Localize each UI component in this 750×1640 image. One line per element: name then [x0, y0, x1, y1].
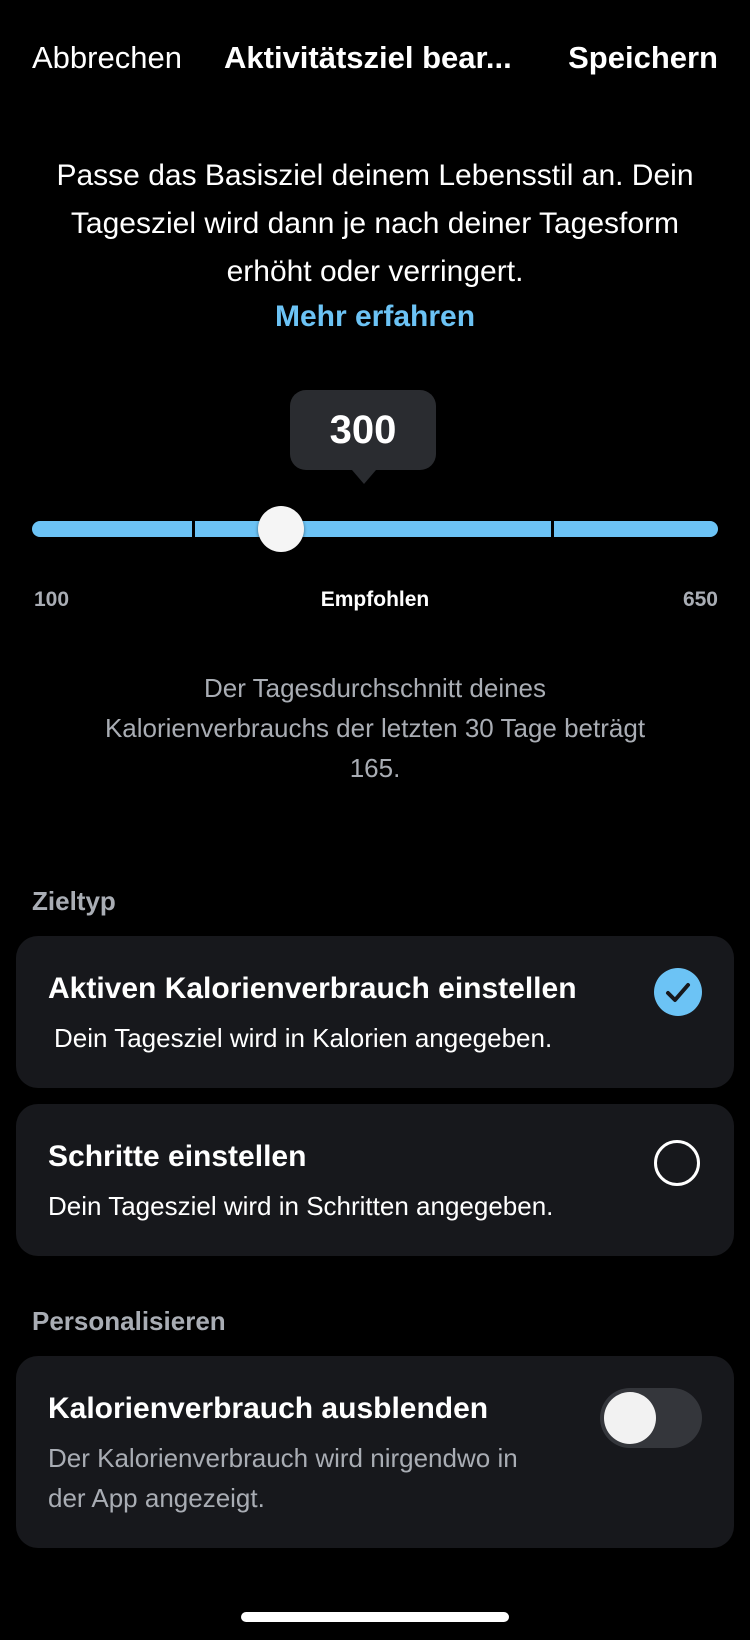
goal-option-title: Aktiven Kalorienverbrauch einstellen: [48, 972, 577, 1005]
learn-more-link[interactable]: Mehr erfahren: [0, 300, 750, 334]
goal-option-steps[interactable]: Schritte einstellen Dein Tagesziel wird …: [16, 1104, 734, 1256]
goal-option-calories[interactable]: Aktiven Kalorienverbrauch einstellen Dei…: [16, 936, 734, 1088]
goal-option-title: Schritte einstellen: [48, 1140, 307, 1173]
goal-slider[interactable]: [32, 500, 718, 560]
personalize-section-label: Personalisieren: [32, 1306, 226, 1336]
intro-text: Passe das Basisziel deinem Lebensstil an…: [56, 159, 694, 288]
slider-tick: [551, 519, 554, 539]
radio-circle-icon[interactable]: [654, 1140, 700, 1186]
slider-max-label: 650: [682, 588, 718, 611]
tooltip-arrow: [352, 470, 376, 484]
save-button[interactable]: Speichern: [568, 40, 718, 76]
slider-tick: [192, 519, 195, 539]
hide-calories-title: Kalorienverbrauch ausblenden: [48, 1392, 489, 1425]
slider-thumb[interactable]: [258, 506, 305, 552]
goal-option-subtitle: Dein Tagesziel wird in Kalorien angegebe…: [54, 1023, 553, 1053]
hide-calories-toggle[interactable]: [600, 1388, 702, 1448]
average-info-text: Der Tagesdurchschnitt deines Kalorienver…: [104, 673, 646, 783]
home-indicator: [241, 1612, 509, 1622]
navigation-bar: Abbrechen Aktivitätsziel bear... Speiche…: [0, 0, 750, 124]
slider-recommended-label: Empfohlen: [320, 588, 430, 611]
hide-calories-card: Kalorienverbrauch ausblenden Der Kalorie…: [16, 1356, 734, 1548]
slider-track[interactable]: [32, 521, 718, 537]
page-title: Aktivitätsziel bear...: [224, 40, 512, 75]
slider-value-tooltip: 300: [290, 390, 436, 470]
goal-type-section-label: Zieltyp: [32, 886, 116, 916]
goal-option-subtitle: Dein Tagesziel wird in Schritten angegeb…: [48, 1191, 554, 1221]
cancel-button[interactable]: Abbrechen: [32, 40, 182, 76]
hide-calories-subtitle: Der Kalorienverbrauch wird nirgendwo in …: [48, 1443, 518, 1513]
toggle-knob: [604, 1392, 656, 1444]
check-circle-icon[interactable]: [654, 968, 702, 1016]
